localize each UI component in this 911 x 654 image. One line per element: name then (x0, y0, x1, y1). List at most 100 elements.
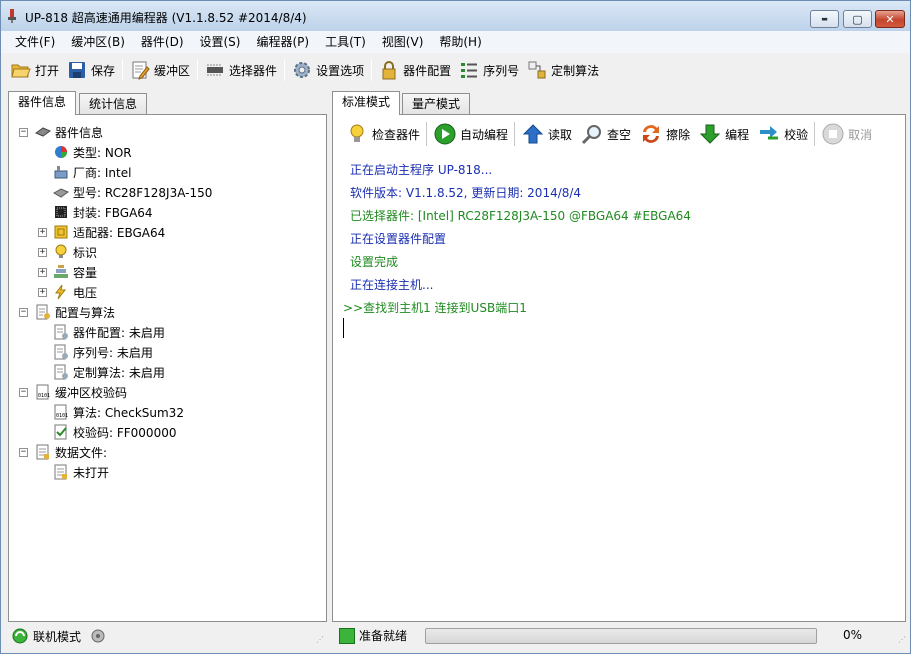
auto-program-button[interactable]: 自动编程 (429, 120, 512, 148)
verify-button[interactable]: 校验 (753, 120, 812, 148)
lightning-icon (55, 284, 67, 300)
lightbulb-icon (55, 244, 67, 258)
verify-arrows-icon (760, 126, 779, 140)
tree-node-device-info[interactable]: 器件信息 (35, 122, 103, 142)
tree-node-voltage[interactable]: 电压 (53, 282, 97, 302)
close-button[interactable]: ✕ (875, 10, 905, 28)
tree-node-check-code[interactable]: 校验码: FF000000 (53, 422, 176, 442)
minimize-button[interactable]: ▬ (810, 10, 839, 28)
collapse-toggle[interactable]: − (19, 448, 28, 457)
tree-node-model[interactable]: 型号: RC28F128J3A-150 (53, 182, 212, 202)
expand-toggle[interactable]: + (38, 288, 47, 297)
tree-label: 容量 (73, 265, 98, 280)
toolbar-separator (514, 122, 516, 146)
maximize-button[interactable]: ▢ (843, 10, 872, 28)
open-button[interactable]: 打开 (7, 57, 63, 83)
blank-check-label: 查空 (607, 127, 632, 142)
tree-label: 封装: FBGA64 (73, 205, 153, 220)
tree-node-custom-algo[interactable]: 定制算法: 未启用 (53, 362, 165, 382)
expand-toggle[interactable]: + (38, 268, 47, 277)
tree-node-config-algo[interactable]: 配置与算法 (35, 302, 115, 322)
numbered-list-icon (461, 63, 478, 78)
program-button[interactable]: 编程 (694, 120, 753, 148)
binary-document-icon: 0101 (54, 404, 68, 420)
main-toolbar: 打开 保存 缓冲区 选择器件 设置选项 器件配置 序列号 定制算法 (1, 55, 910, 85)
device-config-button[interactable]: 器件配置 (375, 57, 455, 83)
blank-check-button[interactable]: 查空 (576, 120, 635, 148)
title-bar[interactable]: UP-818 超高速通用编程器 (V1.1.8.52 #2014/8/4) ▬ … (1, 1, 910, 31)
expand-toggle[interactable]: + (38, 228, 47, 237)
toolbar-separator (284, 59, 286, 81)
read-button[interactable]: 读取 (517, 120, 576, 148)
maximize-icon: ▢ (852, 12, 863, 26)
tree-label: 校验码: FF000000 (73, 425, 177, 440)
tree-label: 标识 (73, 245, 98, 260)
collapse-toggle[interactable]: − (19, 388, 28, 397)
tree-label: 类型: NOR (73, 145, 132, 160)
custom-algo-button[interactable]: 定制算法 (523, 57, 603, 83)
select-device-button[interactable]: 选择器件 (201, 57, 281, 83)
collapse-toggle[interactable]: − (19, 128, 28, 137)
buffer-button[interactable]: 缓冲区 (126, 57, 194, 83)
document-gear-icon (54, 344, 68, 360)
tree-node-data-file[interactable]: 数据文件: (35, 442, 107, 462)
tree-node-serial[interactable]: 序列号: 未启用 (53, 342, 153, 362)
tree-label: 器件配置: 未启用 (73, 325, 165, 340)
tree-label: 器件信息 (55, 125, 104, 140)
settings-button[interactable]: 设置选项 (288, 57, 368, 83)
stop-icon (822, 123, 844, 145)
save-label: 保存 (91, 63, 116, 78)
document-icon (54, 464, 67, 480)
menu-device[interactable]: 器件(D) (133, 31, 192, 53)
document-gear-icon (36, 304, 50, 320)
serial-button[interactable]: 序列号 (455, 57, 523, 83)
tree-node-algorithm[interactable]: 0101 算法: CheckSum32 (53, 402, 184, 422)
tab-device-info[interactable]: 器件信息 (8, 91, 77, 115)
log-line: 正在启动主程序 UP-818... (350, 163, 493, 177)
adapter-icon (54, 225, 68, 239)
menu-view[interactable]: 视图(V) (374, 31, 432, 53)
toolbar-separator (197, 59, 199, 81)
log-output[interactable]: 正在启动主程序 UP-818... 软件版本: V1.1.8.52, 更新日期:… (333, 155, 905, 621)
tree-label: 电压 (73, 285, 98, 300)
tree-node-not-open[interactable]: 未打开 (53, 462, 109, 482)
menu-bar: 文件(F) 缓冲区(B) 器件(D) 设置(S) 编程器(P) 工具(T) 视图… (1, 31, 910, 53)
save-button[interactable]: 保存 (63, 57, 119, 83)
progress-bar (425, 628, 817, 644)
check-device-button[interactable]: 检查器件 (341, 120, 424, 148)
tree-node-vendor[interactable]: 厂商: Intel (53, 162, 131, 182)
tree-node-device-config[interactable]: 器件配置: 未启用 (53, 322, 165, 342)
expand-toggle[interactable]: + (38, 248, 47, 257)
log-line: 正在连接主机... (350, 278, 434, 292)
arrow-down-icon (699, 124, 721, 144)
menu-tools[interactable]: 工具(T) (317, 31, 374, 53)
verify-label: 校验 (784, 127, 809, 142)
tree-label: 型号: RC28F128J3A-150 (73, 185, 213, 200)
resize-grip: ⋰ (316, 635, 324, 644)
menu-help[interactable]: 帮助(H) (431, 31, 489, 53)
read-label: 读取 (548, 127, 573, 142)
document-gear-icon (54, 324, 68, 340)
resize-grip[interactable]: ⋰ (898, 635, 906, 644)
tab-statistics[interactable]: 统计信息 (79, 93, 148, 115)
tree-node-checksum[interactable]: 0101 缓冲区校验码 (35, 382, 127, 402)
tree-node-capacity[interactable]: 容量 (53, 262, 97, 282)
menu-buffer[interactable]: 缓冲区(B) (63, 31, 133, 53)
tree-node-marking[interactable]: 标识 (53, 242, 97, 262)
collapse-toggle[interactable]: − (19, 308, 28, 317)
capacity-icon (54, 265, 68, 278)
toolbar-separator (371, 59, 373, 81)
menu-file[interactable]: 文件(F) (1, 31, 63, 53)
play-icon (434, 123, 456, 145)
log-line: 正在设置器件配置 (350, 232, 447, 246)
tree-node-adapter[interactable]: 适配器: EBGA64 (53, 222, 165, 242)
erase-button[interactable]: 擦除 (635, 120, 694, 148)
cancel-button[interactable]: 取消 (817, 120, 876, 148)
tab-mass-production-mode[interactable]: 量产模式 (402, 93, 471, 115)
close-icon: ✕ (885, 12, 895, 26)
tree-node-package[interactable]: 封装: FBGA64 (53, 202, 153, 222)
tab-standard-mode[interactable]: 标准模式 (332, 91, 401, 115)
tree-node-type[interactable]: 类型: NOR (53, 142, 132, 162)
menu-programmer[interactable]: 编程器(P) (248, 31, 317, 53)
menu-settings[interactable]: 设置(S) (192, 31, 249, 53)
